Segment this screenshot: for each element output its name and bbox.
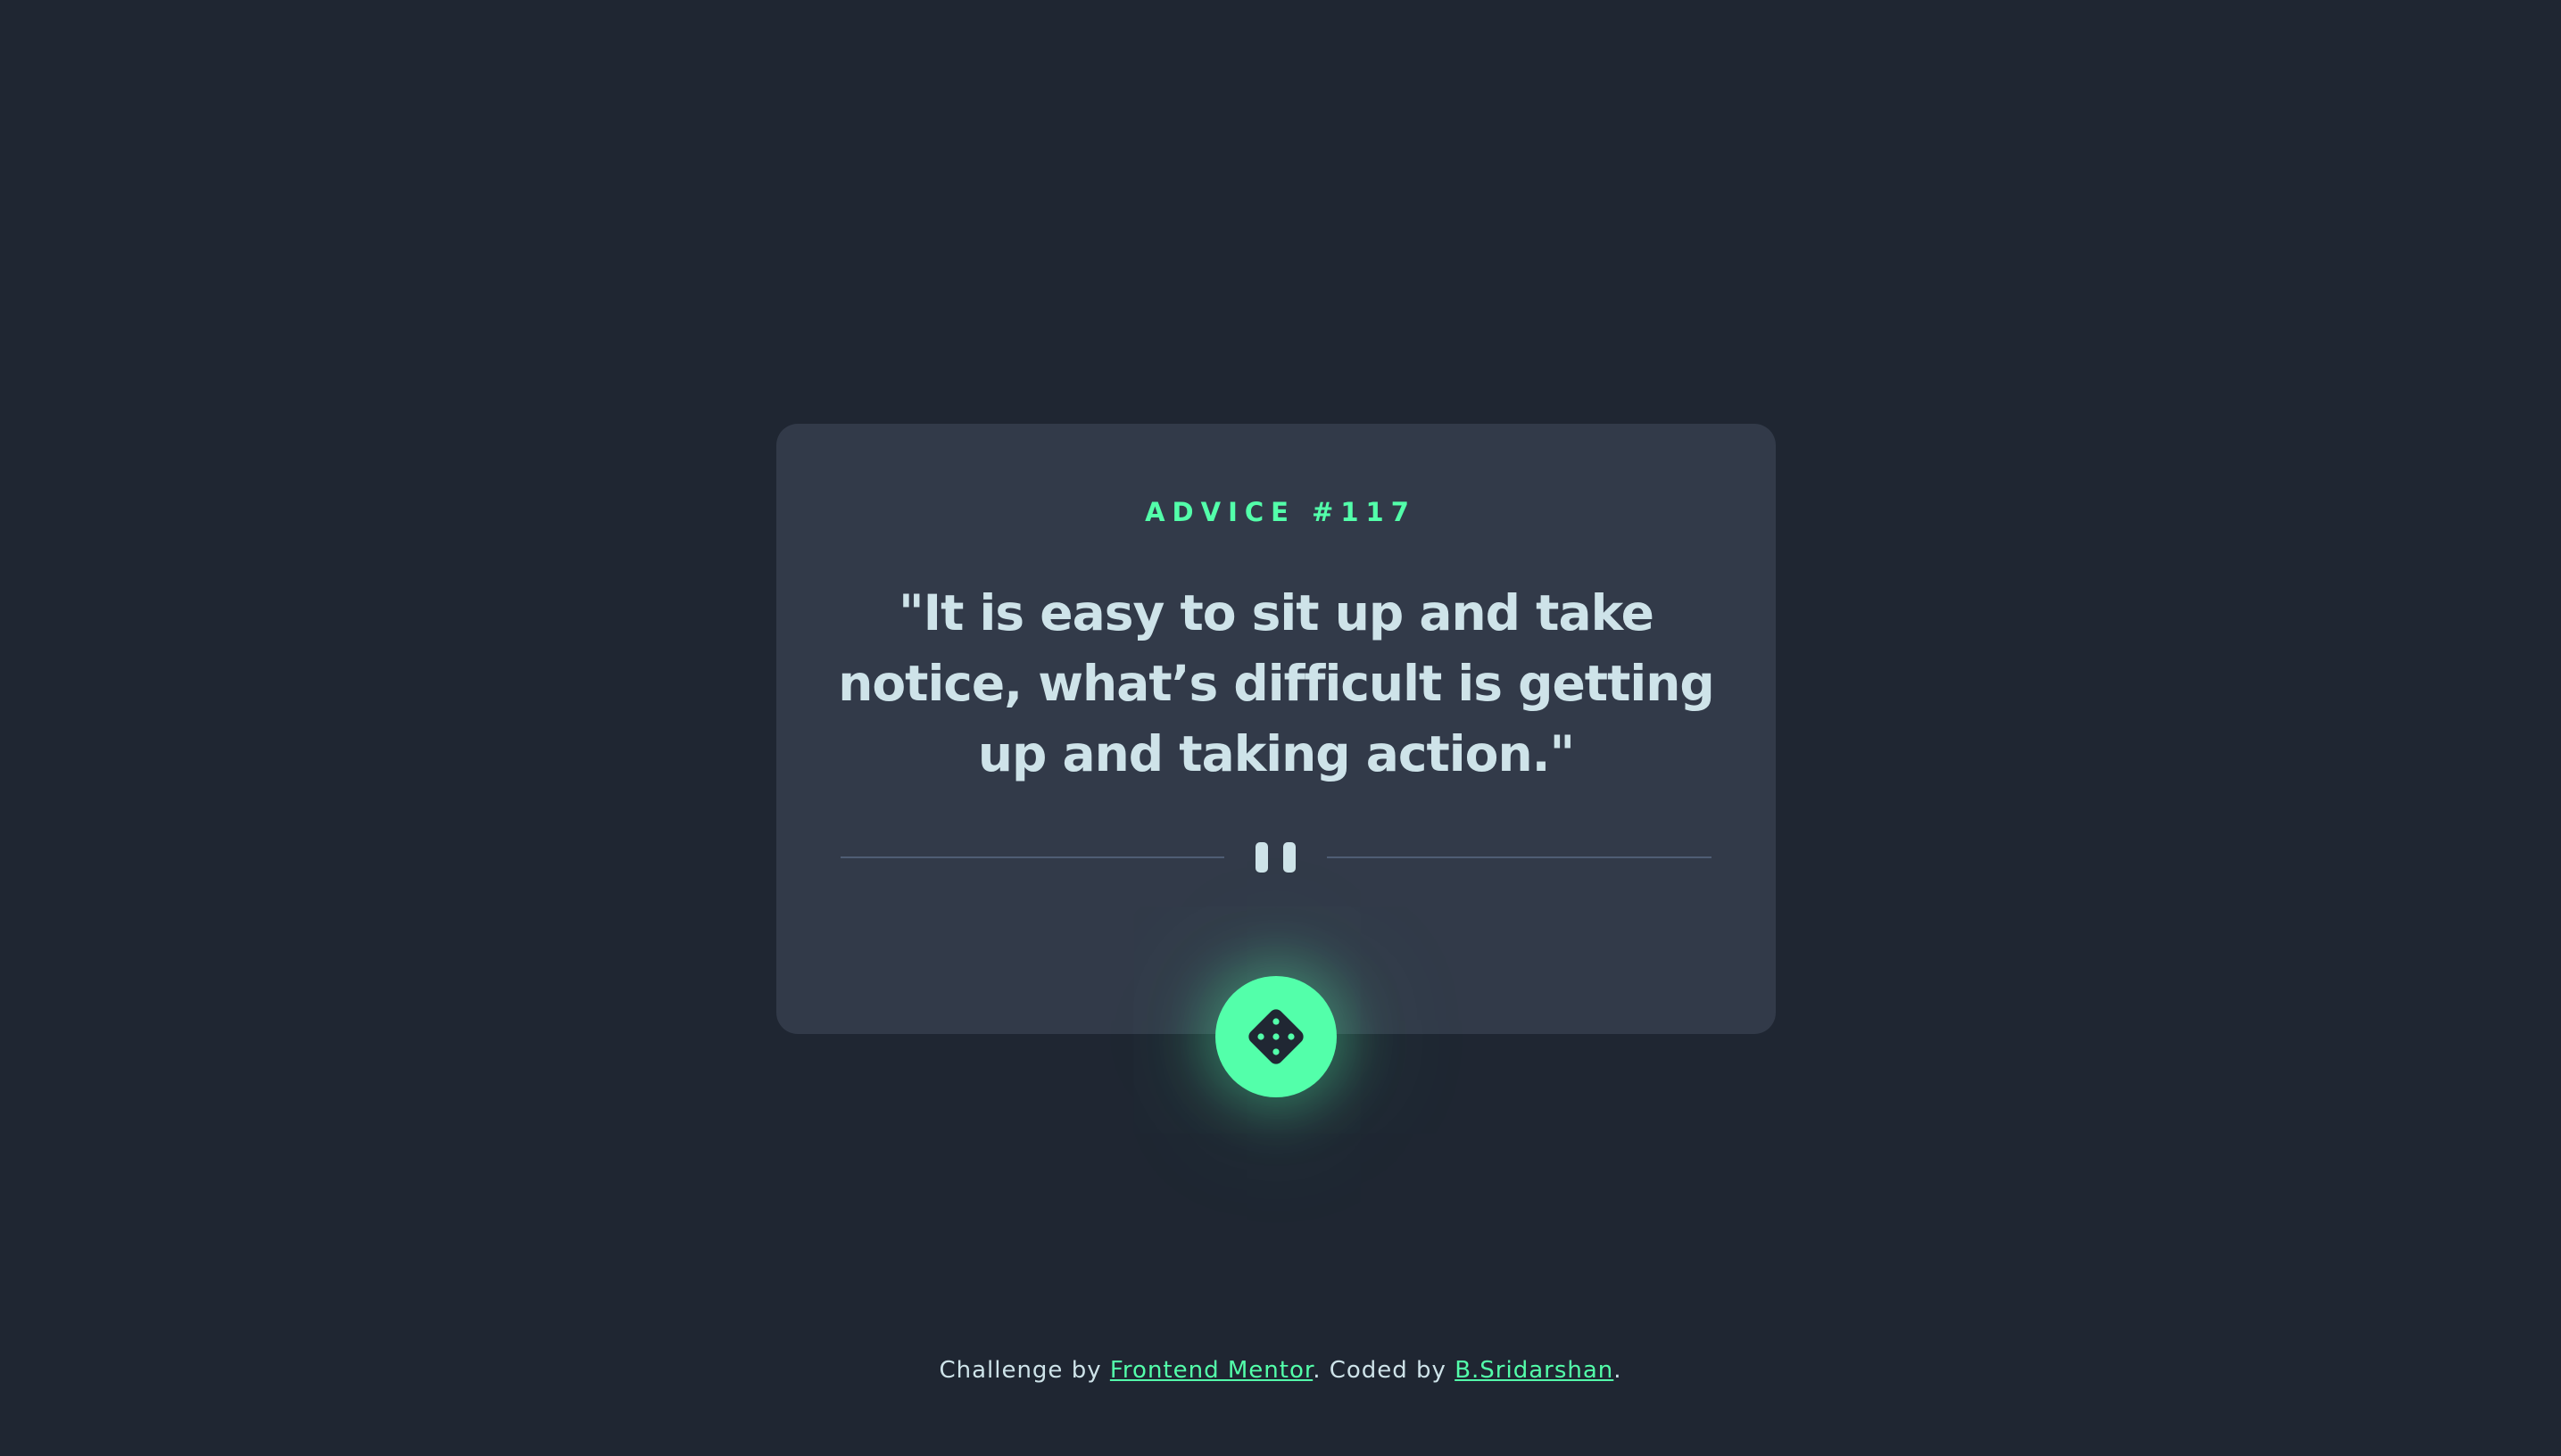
advice-title: ADVICE #117 [1145,497,1416,527]
divider [841,840,1711,876]
attribution-suffix: . [1613,1357,1622,1384]
new-advice-button[interactable] [1215,976,1337,1097]
attribution-middle: . Coded by [1313,1357,1455,1384]
divider-line-left [841,856,1224,858]
dice-icon [1248,1009,1304,1064]
attribution-prefix: Challenge by [939,1357,1110,1384]
divider-line-right [1327,856,1711,858]
page: ADVICE #117 "It is easy to sit up and ta… [0,0,2561,1456]
author-link[interactable]: B.Sridarshan [1455,1357,1613,1384]
frontend-mentor-link[interactable]: Frontend Mentor [1110,1357,1313,1384]
pause-icon [1283,842,1296,873]
advice-quote: "It is easy to sit up and take notice, w… [838,584,1715,782]
attribution: Challenge by Frontend Mentor. Coded by B… [0,1357,2561,1384]
pause-icon [1256,842,1268,873]
